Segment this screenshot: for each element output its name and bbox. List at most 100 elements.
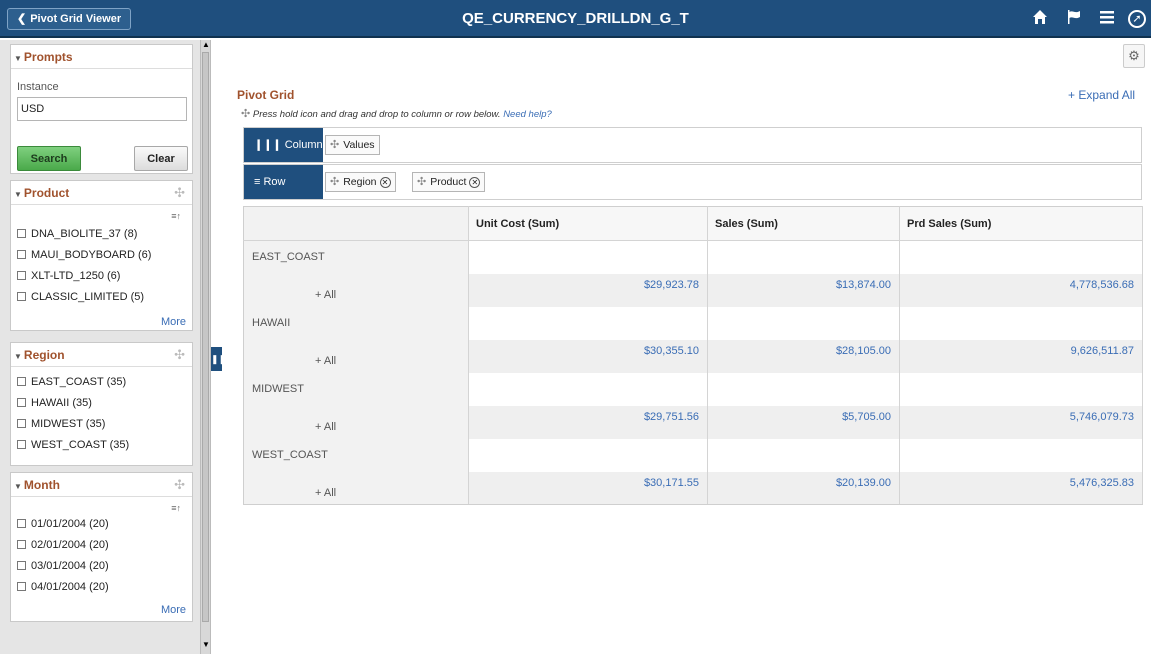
sort-icon[interactable]: ≡↑ xyxy=(171,503,181,513)
facet-item[interactable]: MAUI_BODYBOARD (6) xyxy=(11,245,192,266)
unit-cost-cell[interactable]: $30,355.10 xyxy=(468,339,708,373)
product-all-row-header[interactable]: + All xyxy=(243,273,469,307)
table-cell xyxy=(468,372,708,406)
navbar-icon[interactable]: ➚ xyxy=(1128,10,1146,28)
month-facet: ▼ Month ✣ ≡↑ 01/01/2004 (20) 02/01/2004 (… xyxy=(10,472,193,622)
drag-handle-icon[interactable]: ✣ xyxy=(330,176,339,188)
facet-item[interactable]: XLT-LTD_1250 (6) xyxy=(11,266,192,287)
menu-icon[interactable] xyxy=(1097,9,1117,29)
facet-item-label: 02/01/2004 (20) xyxy=(31,539,109,551)
table-cell xyxy=(899,240,1143,274)
facet-item[interactable]: MIDWEST (35) xyxy=(11,414,192,435)
column-header[interactable]: Sales (Sum) xyxy=(707,206,900,241)
drag-handle-icon[interactable]: ✣ xyxy=(330,139,339,151)
drag-handle-icon[interactable]: ✣ xyxy=(174,343,185,367)
prd-sales-cell[interactable]: 9,626,511.87 xyxy=(899,339,1143,373)
sales-cell[interactable]: $13,874.00 xyxy=(707,273,900,307)
need-help-link[interactable]: Need help? xyxy=(503,109,552,120)
scroll-up-icon[interactable]: ▲ xyxy=(202,40,210,50)
product-more-link[interactable]: More xyxy=(161,316,186,328)
facet-item-label: WEST_COAST (35) xyxy=(31,439,130,451)
product-facet-header[interactable]: ▼ Product ✣ xyxy=(11,181,192,205)
month-facet-title: Month xyxy=(23,478,60,492)
unit-cost-cell[interactable]: $29,751.56 xyxy=(468,405,708,439)
product-all-row-header[interactable]: + All xyxy=(243,339,469,373)
search-button[interactable]: Search xyxy=(17,146,81,171)
chip-region[interactable]: ✣ Region ✕ xyxy=(325,172,396,192)
left-panel-scrollbar[interactable]: ▲ ▼ xyxy=(200,40,211,654)
checkbox[interactable] xyxy=(17,582,26,591)
column-header[interactable]: Unit Cost (Sum) xyxy=(468,206,708,241)
row-drop-area[interactable]: ≡ Row ✣ Region ✕ ✣ Product ✕ xyxy=(243,164,1142,200)
home-icon[interactable] xyxy=(1030,9,1050,29)
sales-cell[interactable]: $5,705.00 xyxy=(707,405,900,439)
table-row: EAST_COAST xyxy=(243,240,1143,274)
instance-label: Instance xyxy=(17,81,59,93)
flag-icon[interactable] xyxy=(1064,9,1084,29)
sort-icon[interactable]: ≡↑ xyxy=(171,211,181,221)
month-more-link[interactable]: More xyxy=(161,604,186,616)
column-header[interactable]: Prd Sales (Sum) xyxy=(899,206,1143,241)
facet-item[interactable]: 01/01/2004 (20) xyxy=(11,514,192,535)
unit-cost-cell[interactable]: $30,171.55 xyxy=(468,471,708,505)
facet-item[interactable]: CLASSIC_LIMITED (5) xyxy=(11,287,192,308)
facet-item[interactable]: 04/01/2004 (20) xyxy=(11,577,192,598)
drag-handle-icon[interactable]: ✣ xyxy=(174,473,185,497)
remove-icon[interactable]: ✕ xyxy=(379,177,391,188)
facet-item[interactable]: 03/01/2004 (20) xyxy=(11,556,192,577)
gear-icon[interactable]: ⚙ xyxy=(1123,44,1145,68)
product-all-row-header[interactable]: + All xyxy=(243,471,469,505)
expand-all-link[interactable]: + Expand All xyxy=(1068,88,1135,102)
facet-item[interactable]: HAWAII (35) xyxy=(11,393,192,414)
remove-icon[interactable]: ✕ xyxy=(469,177,481,188)
facet-item-label: XLT-LTD_1250 (6) xyxy=(31,270,121,282)
table-cell xyxy=(707,438,900,472)
checkbox[interactable] xyxy=(17,540,26,549)
facet-item[interactable]: EAST_COAST (35) xyxy=(11,372,192,393)
prd-sales-cell[interactable]: 5,476,325.83 xyxy=(899,471,1143,505)
table-row: MIDWEST xyxy=(243,372,1143,406)
move-icon: ✣ xyxy=(241,108,251,120)
collapse-panel-icon[interactable]: ❚❚ xyxy=(211,347,226,371)
prompts-header[interactable]: ▼ Prompts xyxy=(11,45,192,69)
checkbox[interactable] xyxy=(17,271,26,280)
back-button[interactable]: ❮ Pivot Grid Viewer xyxy=(7,8,132,30)
collapse-triangle-icon: ▼ xyxy=(14,54,22,63)
prd-sales-cell[interactable]: 5,746,079.73 xyxy=(899,405,1143,439)
column-drop-area[interactable]: ❙❙❙ Column ✣ Values xyxy=(243,127,1142,163)
unit-cost-cell[interactable]: $29,923.78 xyxy=(468,273,708,307)
region-facet-header[interactable]: ▼ Region ✣ xyxy=(11,343,192,367)
region-row-header[interactable]: EAST_COAST xyxy=(243,240,469,274)
sales-cell[interactable]: $20,139.00 xyxy=(707,471,900,505)
chip-values[interactable]: ✣ Values xyxy=(325,135,380,155)
instance-input[interactable] xyxy=(17,97,187,121)
region-row-header[interactable]: HAWAII xyxy=(243,306,469,340)
scrollbar-thumb[interactable] xyxy=(202,52,209,622)
scroll-down-icon[interactable]: ▼ xyxy=(202,640,210,650)
facet-item[interactable]: DNA_BIOLITE_37 (8) xyxy=(11,224,192,245)
checkbox[interactable] xyxy=(17,419,26,428)
region-row-header[interactable]: MIDWEST xyxy=(243,372,469,406)
facet-item[interactable]: WEST_COAST (35) xyxy=(11,435,192,456)
page-title: QE_CURRENCY_DRILLDN_G_T xyxy=(462,10,689,27)
prd-sales-cell[interactable]: 4,778,536.68 xyxy=(899,273,1143,307)
checkbox[interactable] xyxy=(17,440,26,449)
month-facet-header[interactable]: ▼ Month ✣ xyxy=(11,473,192,497)
clear-button[interactable]: Clear xyxy=(134,146,188,171)
checkbox[interactable] xyxy=(17,398,26,407)
checkbox[interactable] xyxy=(17,229,26,238)
drag-handle-icon[interactable]: ✣ xyxy=(174,181,185,205)
sales-cell[interactable]: $28,105.00 xyxy=(707,339,900,373)
drag-handle-icon[interactable]: ✣ xyxy=(417,176,426,188)
checkbox[interactable] xyxy=(17,250,26,259)
facet-item[interactable]: 02/01/2004 (20) xyxy=(11,535,192,556)
prompts-title: Prompts xyxy=(23,50,73,64)
checkbox[interactable] xyxy=(17,292,26,301)
checkbox[interactable] xyxy=(17,377,26,386)
checkbox[interactable] xyxy=(17,519,26,528)
chip-product[interactable]: ✣ Product ✕ xyxy=(412,172,486,192)
column-icon: ❙❙❙ xyxy=(254,139,282,151)
product-all-row-header[interactable]: + All xyxy=(243,405,469,439)
checkbox[interactable] xyxy=(17,561,26,570)
region-row-header[interactable]: WEST_COAST xyxy=(243,438,469,472)
